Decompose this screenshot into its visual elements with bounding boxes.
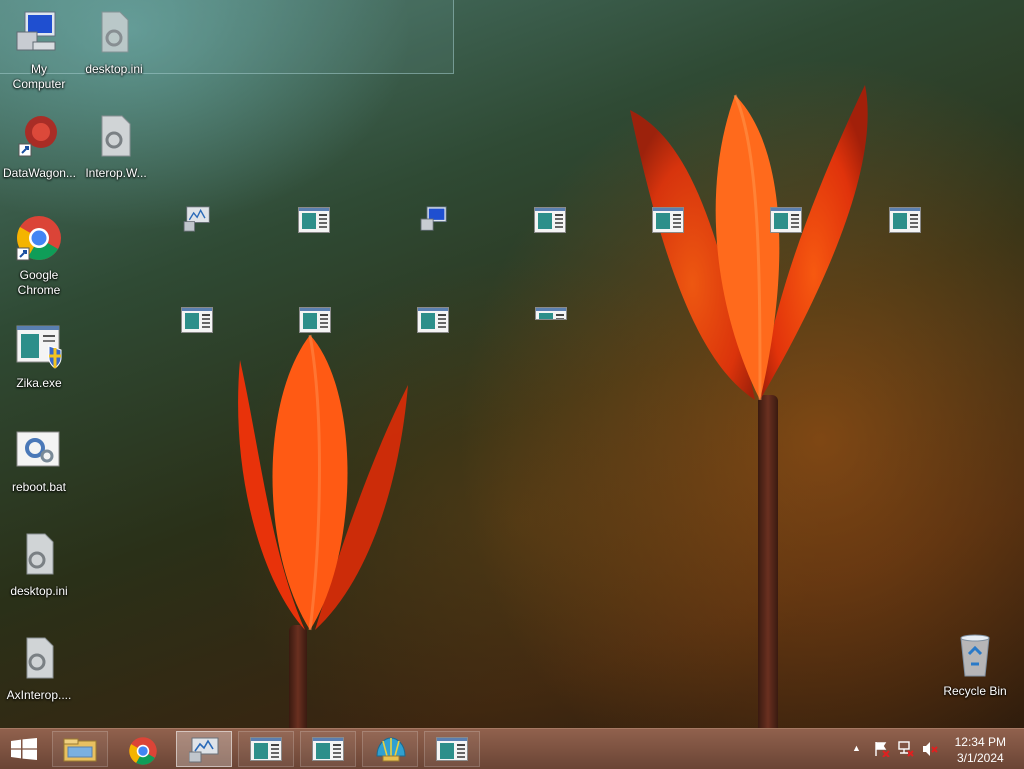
icon-label: Interop.W... [85,166,147,180]
taskbar-performance-monitor[interactable] [176,731,232,767]
wallpaper-tulip-stem-right [758,395,778,728]
show-hidden-icons-chevron[interactable]: ▲ [852,743,868,759]
app-window-icon[interactable] [770,207,802,233]
desktop-icon-interop[interactable]: Interop.W... [78,112,154,181]
desktop-icon-reboot-bat[interactable]: reboot.bat [1,426,77,495]
volume-muted-icon[interactable] [922,741,938,757]
app-window-icon [250,737,282,761]
settings-file-icon [101,115,131,157]
desktop-icon-google-chrome[interactable]: Google Chrome [1,214,77,298]
wallpaper-tulip-stem-left [289,625,307,728]
app-window-icon[interactable] [652,207,684,233]
desktop-icon-desktop-ini-top[interactable]: desktop.ini [76,8,152,77]
taskbar-app-window-2[interactable] [300,731,356,767]
wallpaper-tulip-left [238,334,408,631]
icon-label: DataWagon... [3,166,76,180]
taskbar-clock[interactable]: 12:34 PM 3/1/2024 [955,734,1006,766]
file-explorer-icon [63,738,97,762]
chrome-icon [16,216,61,261]
batch-file-gear-icon [16,431,60,467]
desktop-wallpaper[interactable]: My Computer desktop.ini DataWagon... Int… [0,0,1024,728]
app-window-icon[interactable] [534,207,566,233]
app-window-icon-partial[interactable] [535,307,567,320]
icon-label: desktop.ini [85,62,143,76]
desktop-icon-recycle-bin[interactable]: Recycle Bin [937,630,1013,699]
app-window-icon[interactable] [181,307,213,333]
shell-icon [376,737,406,762]
recycle-bin-icon [960,634,990,677]
datawagon-app-icon [18,116,57,157]
app-window-shield-icon [16,325,62,369]
app-window-icon[interactable] [298,207,330,233]
wallpaper-tulip-right [630,85,868,401]
desktop-icon-axinterop[interactable]: AxInterop.... [1,634,77,703]
icon-label: desktop.ini [10,584,68,598]
taskbar: ▲ 12:34 PM 3/1/2024 [0,728,1024,769]
app-window-icon[interactable] [299,307,331,333]
clock-date: 3/1/2024 [956,751,1004,765]
taskbar-app-window-3[interactable] [424,731,480,767]
app-window-icon [312,737,344,761]
taskbar-app-window-1[interactable] [238,731,294,767]
settings-file-icon [101,11,129,53]
performance-monitor-icon [189,737,219,763]
settings-file-icon [26,637,54,679]
app-window-icon[interactable] [417,307,449,333]
chrome-icon [129,737,157,765]
settings-file-icon [26,533,54,575]
icon-label: reboot.bat [11,480,67,494]
icon-label: Zika.exe [16,376,62,390]
taskbar-shell[interactable] [362,731,418,767]
clock-time: 12:34 PM [954,735,1006,749]
computer-icon [16,11,56,51]
icon-label: AxInterop.... [6,688,72,702]
desktop-icon-zika-exe[interactable]: Zika.exe [1,322,77,391]
taskbar-chrome[interactable] [114,731,170,767]
network-icon[interactable] [898,741,914,757]
icon-label: Recycle Bin [943,684,1007,698]
icon-label: Google Chrome [17,268,61,297]
taskbar-file-explorer[interactable] [52,731,108,767]
icon-label: My Computer [12,62,66,91]
desktop-icon-datawagon[interactable]: DataWagon... [1,112,77,181]
desktop-icon-my-computer[interactable]: My Computer [1,8,77,92]
perfmon-icon[interactable] [182,206,214,232]
desktop-icon-desktop-ini[interactable]: desktop.ini [1,530,77,599]
app-window-icon [436,737,468,761]
app-window-icon[interactable] [889,207,921,233]
computer-icon[interactable] [418,206,450,232]
windows-logo-icon[interactable] [10,738,38,760]
action-center-flag-icon[interactable] [874,741,890,757]
